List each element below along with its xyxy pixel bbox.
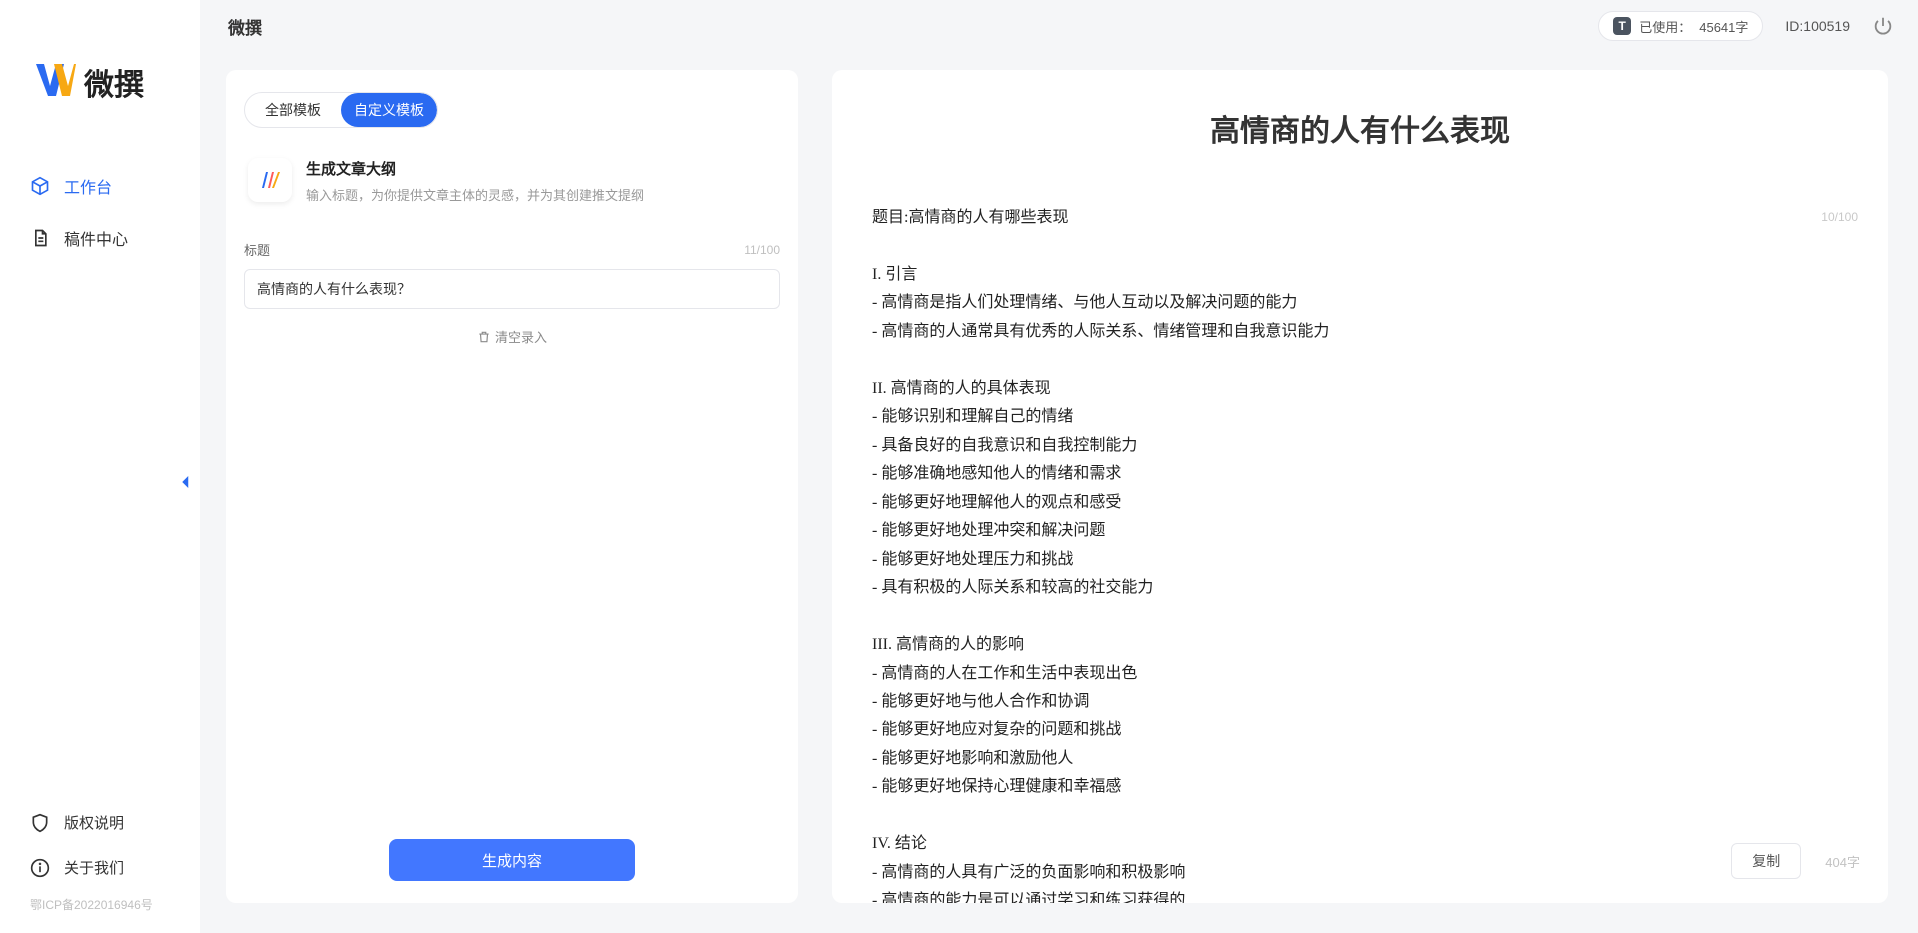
document-title-count: 10/100 [1821,210,1858,224]
sidebar-collapse-button[interactable] [172,468,200,496]
nav-label: 关于我们 [64,857,124,878]
nav-label: 工作台 [64,174,112,198]
shield-icon [30,813,50,833]
clear-input-button[interactable]: 清空录入 [244,327,780,346]
document-body[interactable]: 题目:高情商的人有哪些表现 I. 引言 - 高情商是指人们处理情绪、与他人互动以… [856,204,1864,903]
template-card-icon [248,158,292,202]
trash-icon [477,330,491,344]
usage-value: 45641字 [1699,17,1748,36]
text-badge-icon: T [1613,17,1631,35]
template-card-body: 生成文章大纲 输入标题，为你提供文章主体的灵感，并为其创建推文提纲 [306,158,644,204]
page-title: 微撰 [228,14,262,39]
word-count: 404字 [1825,852,1860,871]
power-icon[interactable] [1872,15,1894,37]
template-card-desc: 输入标题，为你提供文章主体的灵感，并为其创建推文提纲 [306,185,644,204]
input-panel: 全部模板 自定义模板 生成文章大纲 输入标题，为你提供文章主体的灵感，并为其创建… [226,70,798,903]
books-icon [258,168,282,192]
nav-item-copyright[interactable]: 版权说明 [0,800,200,845]
title-field-label: 标题 [244,240,270,259]
sidebar: 微撰 工作台 稿件中心 版权说明 关于我们 鄂ICP备2022016946号 [0,0,200,933]
clear-input-label: 清空录入 [495,327,547,346]
main: 全部模板 自定义模板 生成文章大纲 输入标题，为你提供文章主体的灵感，并为其创建… [200,70,1918,933]
topbar-right: T 已使用： 45641字 ID:100519 [1598,11,1894,41]
cube-icon [30,176,50,196]
topbar: 微撰 T 已使用： 45641字 ID:100519 [200,0,1918,52]
usage-prefix: 已使用： [1639,17,1691,36]
generate-button[interactable]: 生成内容 [389,839,635,881]
document-icon [30,228,50,248]
nav-item-about[interactable]: 关于我们 [0,845,200,890]
logo: 微撰 [0,0,200,120]
usage-pill[interactable]: T 已使用： 45641字 [1598,11,1763,41]
output-footer: 复制 404字 [1731,843,1860,879]
nav-item-drafts[interactable]: 稿件中心 [0,212,200,264]
nav-label: 版权说明 [64,812,124,833]
nav-footer: 版权说明 关于我们 鄂ICP备2022016946号 [0,800,200,933]
tab-custom-template[interactable]: 自定义模板 [341,93,437,127]
copy-button[interactable]: 复制 [1731,843,1801,879]
nav: 工作台 稿件中心 [0,120,200,800]
template-card: 生成文章大纲 输入标题，为你提供文章主体的灵感，并为其创建推文提纲 [244,156,780,206]
document-title[interactable]: 高情商的人有什么表现 [856,106,1864,150]
title-field-head: 标题 11/100 [244,240,780,259]
logo-icon [36,64,76,100]
logo-text: 微撰 [84,60,144,104]
chevron-left-icon [177,473,195,491]
icp-text: 鄂ICP备2022016946号 [0,890,200,913]
template-tabs: 全部模板 自定义模板 [244,92,438,128]
info-icon [30,858,50,878]
nav-label: 稿件中心 [64,226,128,250]
template-card-title: 生成文章大纲 [306,158,644,179]
title-char-count: 11/100 [744,243,780,257]
nav-item-workspace[interactable]: 工作台 [0,160,200,212]
output-panel: 高情商的人有什么表现 10/100 题目:高情商的人有哪些表现 I. 引言 - … [832,70,1888,903]
user-id: ID:100519 [1785,18,1850,34]
title-input[interactable] [244,269,780,309]
title-field: 标题 11/100 [244,240,780,309]
tab-all-templates[interactable]: 全部模板 [245,93,341,127]
